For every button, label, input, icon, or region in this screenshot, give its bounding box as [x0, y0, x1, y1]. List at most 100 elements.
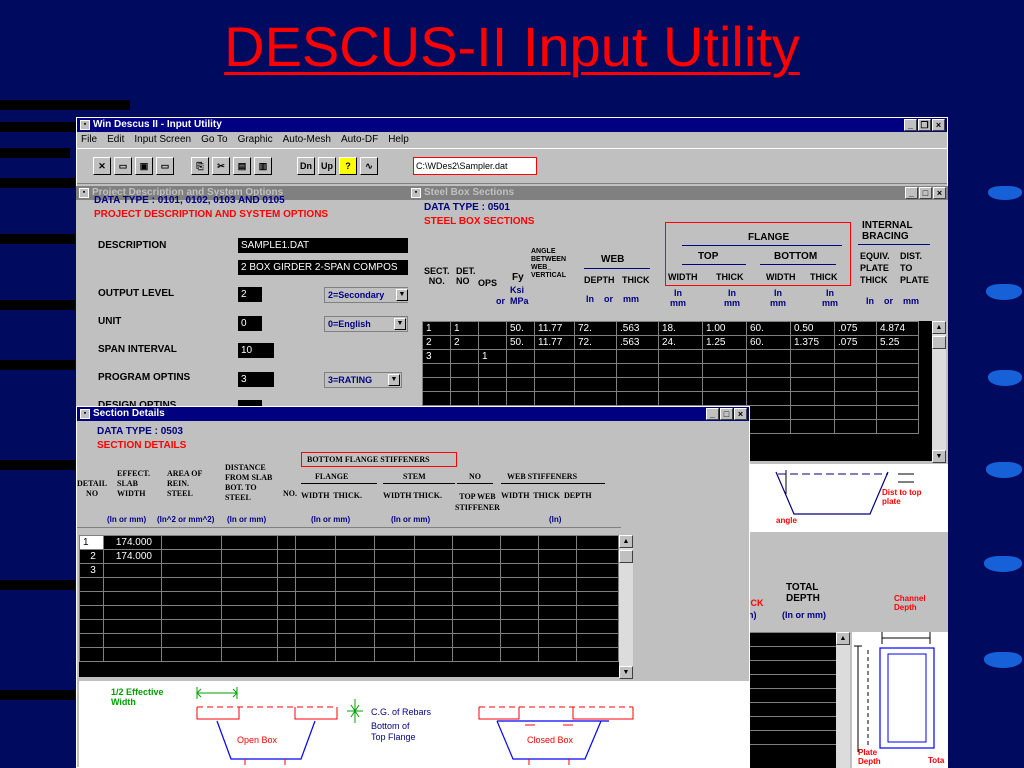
table-cell[interactable] — [102, 563, 162, 578]
delete-icon[interactable]: ▥ — [254, 157, 272, 175]
table-cell[interactable]: 4.874 — [876, 321, 919, 336]
table-cell[interactable]: 72. — [574, 335, 617, 350]
table-cell[interactable]: 2 — [422, 335, 451, 350]
table-cell[interactable]: 3 — [79, 563, 104, 578]
chevron-down-icon[interactable]: ▼ — [396, 289, 408, 301]
table-cell[interactable]: 2 — [450, 335, 479, 350]
maximize-button[interactable]: □ — [919, 187, 932, 199]
table-cell[interactable]: 1 — [450, 321, 479, 336]
table-cell[interactable]: 1 — [478, 349, 507, 364]
menu-help[interactable]: Help — [388, 132, 409, 148]
table-cell[interactable]: 1 — [422, 321, 451, 336]
close-button[interactable]: × — [933, 187, 946, 199]
table-cell[interactable] — [478, 321, 507, 336]
section-scrollbar[interactable]: ▲ ▼ — [619, 535, 633, 679]
span-interval-field[interactable]: 10 — [238, 343, 274, 358]
table-cell[interactable]: 3 — [422, 349, 451, 364]
table-cell[interactable]: 0.50 — [790, 321, 835, 336]
table-cell[interactable] — [876, 349, 919, 364]
table-row[interactable]: 1 174.000 — [79, 535, 620, 550]
chevron-down-icon[interactable]: ▼ — [394, 318, 406, 330]
table-cell[interactable] — [574, 349, 617, 364]
table-cell[interactable]: 1 — [79, 535, 104, 550]
scroll-up-icon[interactable]: ▲ — [619, 535, 633, 548]
table-cell[interactable]: 50. — [506, 335, 535, 350]
table-cell[interactable]: 174.000 — [102, 549, 162, 564]
restore-button[interactable]: ❐ — [918, 119, 931, 131]
table-cell[interactable]: 50. — [506, 321, 535, 336]
scroll-down-icon[interactable]: ▼ — [932, 450, 946, 463]
menu-input-screen[interactable]: Input Screen — [134, 132, 191, 148]
program-optins-field[interactable]: 3 — [238, 372, 274, 387]
table-row[interactable]: 3 1 — [422, 349, 919, 364]
dn-button[interactable]: Dn — [297, 157, 315, 175]
table-cell[interactable]: 2 — [79, 549, 104, 564]
table-cell[interactable] — [746, 349, 791, 364]
table-cell[interactable] — [616, 349, 659, 364]
table-cell[interactable]: 11.77 — [534, 335, 575, 350]
unit-field[interactable]: 0 — [238, 316, 262, 331]
table-row[interactable]: 2 174.000 — [79, 549, 620, 564]
copy-icon[interactable]: ⎘ — [191, 157, 209, 175]
table-cell[interactable]: 1.00 — [702, 321, 747, 336]
lower-grid[interactable] — [748, 632, 848, 768]
paste-icon[interactable]: ▤ — [233, 157, 251, 175]
table-cell[interactable] — [834, 349, 877, 364]
table-cell[interactable] — [702, 349, 747, 364]
save-disk-icon[interactable]: ▣ — [135, 157, 153, 175]
minimize-button[interactable]: _ — [905, 187, 918, 199]
close-button[interactable]: × — [734, 408, 747, 420]
table-row[interactable]: 2 2 50. 11.77 72. .563 24. 1.25 60. 1.37… — [422, 335, 919, 350]
close-button[interactable]: × — [932, 119, 945, 131]
table-cell[interactable] — [506, 349, 535, 364]
main-window-titlebar[interactable]: ▪ Win Descus II - Input Utility _ ❐ × — [77, 118, 947, 132]
menu-edit[interactable]: Edit — [107, 132, 124, 148]
menu-auto-mesh[interactable]: Auto-Mesh — [283, 132, 331, 148]
menu-go-to[interactable]: Go To — [201, 132, 228, 148]
table-cell[interactable]: 18. — [658, 321, 703, 336]
program-optins-select[interactable]: 3=RATING ▼ — [324, 372, 402, 388]
table-cell[interactable] — [534, 349, 575, 364]
table-cell[interactable]: .563 — [616, 321, 659, 336]
table-cell[interactable]: 174.000 — [102, 535, 162, 550]
menu-graphic[interactable]: Graphic — [238, 132, 273, 148]
table-cell[interactable]: 60. — [746, 335, 791, 350]
scroll-up-icon[interactable]: ▲ — [932, 321, 946, 334]
table-cell[interactable] — [450, 349, 479, 364]
lower-scrollbar[interactable]: ▲ — [836, 632, 850, 768]
graph-icon[interactable]: ∿ — [360, 157, 378, 175]
steel-scrollbar[interactable]: ▲ ▼ — [932, 321, 946, 463]
section-grid[interactable]: 1 174.000 2 174.000 3 — [79, 535, 620, 677]
table-cell[interactable]: .075 — [834, 321, 877, 336]
scroll-up-icon[interactable]: ▲ — [836, 632, 850, 645]
table-cell[interactable] — [478, 335, 507, 350]
cut-icon[interactable]: ✂ — [212, 157, 230, 175]
menu-auto-df[interactable]: Auto-DF — [341, 132, 378, 148]
table-row[interactable]: 1 1 50. 11.77 72. .563 18. 1.00 60. 0.50… — [422, 321, 919, 336]
table-row[interactable]: 3 — [79, 563, 620, 578]
minimize-button[interactable]: _ — [706, 408, 719, 420]
up-button[interactable]: Up — [318, 157, 336, 175]
help-button[interactable]: ? — [339, 157, 357, 175]
section-window-titlebar[interactable]: ▪ Section Details _ □ × — [77, 407, 749, 421]
open-folder-icon[interactable]: ▭ — [114, 157, 132, 175]
unit-select[interactable]: 0=English ▼ — [324, 316, 408, 332]
steel-window-titlebar[interactable]: ▪ Steel Box Sections _ □ × — [408, 186, 948, 200]
minimize-button[interactable]: _ — [904, 119, 917, 131]
table-cell[interactable] — [658, 349, 703, 364]
table-cell[interactable]: .075 — [834, 335, 877, 350]
output-level-select[interactable]: 2=Secondary ▼ — [324, 287, 410, 303]
table-cell[interactable]: 11.77 — [534, 321, 575, 336]
output-level-field[interactable]: 2 — [238, 287, 262, 302]
table-cell[interactable] — [790, 349, 835, 364]
description-field-2[interactable]: 2 BOX GIRDER 2-SPAN COMPOS — [238, 260, 412, 275]
table-cell[interactable]: .563 — [616, 335, 659, 350]
close-file-icon[interactable]: ✕ — [93, 157, 111, 175]
chevron-down-icon[interactable]: ▼ — [388, 374, 400, 386]
menu-file[interactable]: File — [81, 132, 97, 148]
maximize-button[interactable]: □ — [720, 408, 733, 420]
table-cell[interactable]: 60. — [746, 321, 791, 336]
table-cell[interactable]: 24. — [658, 335, 703, 350]
table-cell[interactable]: 72. — [574, 321, 617, 336]
table-cell[interactable]: 1.25 — [702, 335, 747, 350]
